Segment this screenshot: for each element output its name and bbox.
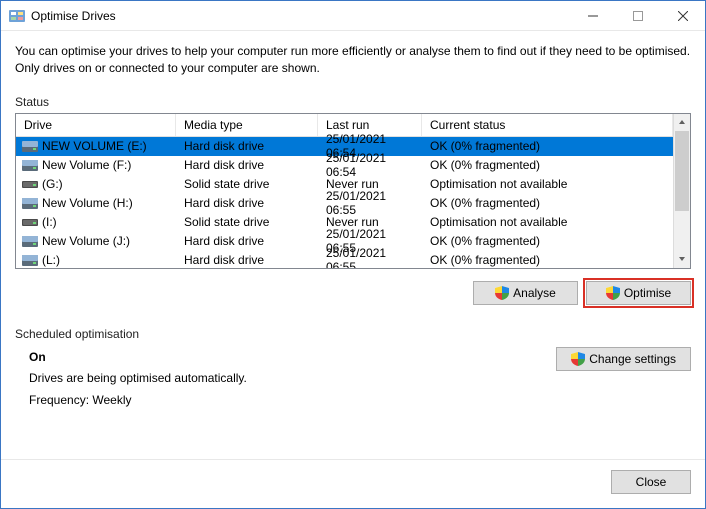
- scrollbar[interactable]: [673, 114, 690, 268]
- shield-icon: [571, 352, 585, 366]
- footer: Close: [1, 459, 705, 494]
- optimise-button[interactable]: Optimise: [586, 281, 691, 305]
- drive-icon: [22, 236, 38, 247]
- intro-text: You can optimise your drives to help you…: [15, 43, 691, 77]
- scheduled-desc: Drives are being optimised automatically…: [29, 368, 556, 390]
- drive-name: (I:): [42, 215, 57, 229]
- column-header-drive[interactable]: Drive: [16, 114, 176, 136]
- window: Optimise Drives You can optimise your dr…: [0, 0, 706, 509]
- scheduled-on: On: [29, 347, 556, 369]
- drive-icon: [22, 160, 38, 171]
- drive-icon: [22, 255, 38, 266]
- close-button[interactable]: [660, 1, 705, 30]
- scroll-thumb[interactable]: [675, 131, 689, 211]
- window-title: Optimise Drives: [31, 9, 570, 23]
- drive-icon: [22, 141, 38, 152]
- action-buttons: Analyse Optimise: [15, 281, 691, 305]
- scheduled-section: Scheduled optimisation On Drives are bei…: [15, 327, 691, 412]
- table-row[interactable]: New Volume (F:)Hard disk drive25/01/2021…: [16, 156, 673, 175]
- drive-name: New Volume (F:): [42, 158, 131, 172]
- drives-grid: Drive Media type Last run Current status…: [15, 113, 691, 269]
- drive-name: New Volume (J:): [42, 234, 130, 248]
- minimize-button[interactable]: [570, 1, 615, 30]
- optimise-label: Optimise: [624, 286, 671, 300]
- drive-icon: [22, 217, 38, 228]
- analyse-label: Analyse: [513, 286, 556, 300]
- drive-icon: [22, 179, 38, 190]
- table-row[interactable]: (L:)Hard disk drive25/01/2021 06:55OK (0…: [16, 251, 673, 268]
- close-label: Close: [636, 475, 667, 489]
- column-header-media[interactable]: Media type: [176, 114, 318, 136]
- drive-name: (G:): [42, 177, 63, 191]
- drive-status: OK (0% fragmented): [422, 249, 673, 268]
- drive-name: (L:): [42, 253, 60, 267]
- change-settings-label: Change settings: [589, 352, 676, 366]
- drive-icon: [22, 198, 38, 209]
- status-label: Status: [15, 95, 691, 109]
- content-area: You can optimise your drives to help you…: [1, 31, 705, 508]
- drive-name: New Volume (H:): [42, 196, 133, 210]
- drive-last-run: 25/01/2021 06:55: [318, 242, 422, 268]
- drive-name: NEW VOLUME (E:): [42, 139, 147, 153]
- maximize-button[interactable]: [615, 1, 660, 30]
- shield-icon: [495, 286, 509, 300]
- close-dialog-button[interactable]: Close: [611, 470, 691, 494]
- scheduled-label: Scheduled optimisation: [15, 327, 691, 341]
- scroll-down-icon[interactable]: [674, 251, 690, 268]
- column-header-status[interactable]: Current status: [422, 114, 673, 136]
- drive-media: Hard disk drive: [176, 249, 318, 268]
- titlebar: Optimise Drives: [1, 1, 705, 31]
- app-icon: [9, 8, 25, 24]
- change-settings-button[interactable]: Change settings: [556, 347, 691, 371]
- window-controls: [570, 1, 705, 30]
- analyse-button[interactable]: Analyse: [473, 281, 578, 305]
- scheduled-freq: Frequency: Weekly: [29, 390, 556, 412]
- table-row[interactable]: New Volume (H:)Hard disk drive25/01/2021…: [16, 194, 673, 213]
- scroll-up-icon[interactable]: [674, 114, 690, 131]
- shield-icon: [606, 286, 620, 300]
